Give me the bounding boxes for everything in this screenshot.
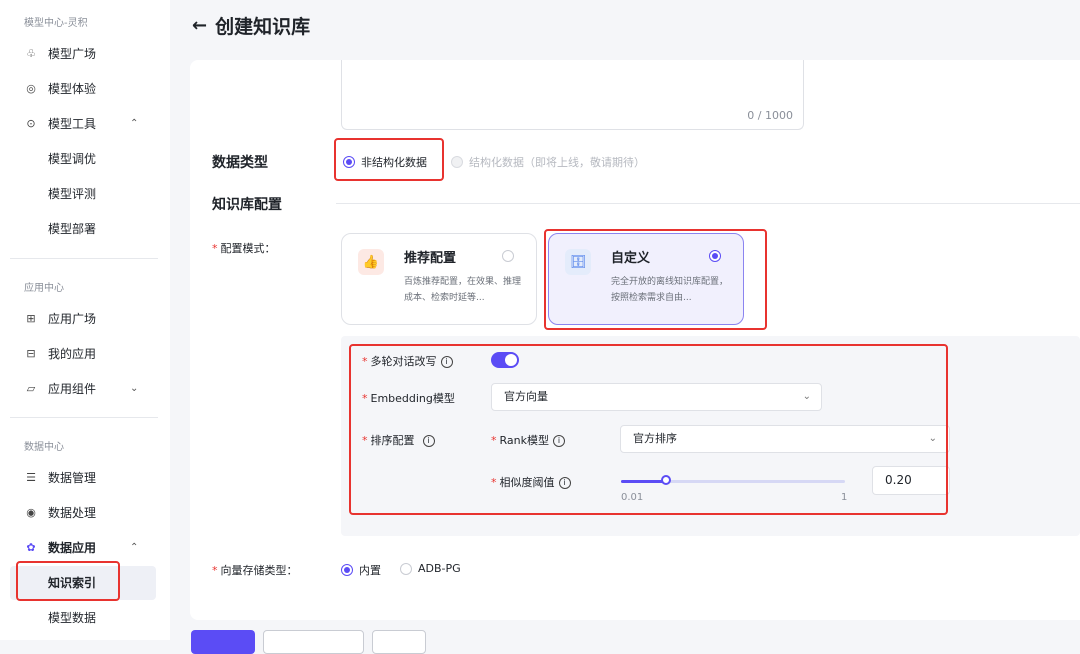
rank-model-select[interactable]: 官方排序 ⌄: [620, 425, 950, 453]
radio-unstructured-data[interactable]: 非结构化数据: [343, 154, 427, 170]
my-apps-icon: ⊟: [26, 347, 36, 360]
sidebar-item-label: 应用组件: [48, 382, 97, 396]
mode-card-custom[interactable]: 🗄 自定义 完全开放的离线知识库配置，按照检索需求自由...: [548, 233, 744, 325]
threshold-slider[interactable]: [621, 475, 845, 485]
sidebar-divider: [10, 258, 158, 259]
chevron-down-icon[interactable]: ⌄: [130, 383, 138, 394]
sidebar-item-label: 我的应用: [48, 347, 97, 361]
radio-label: 非结构化数据: [361, 156, 427, 169]
mode-card-desc: 百炼推荐配置，在效果、推理成本、检索时延等...: [404, 277, 522, 303]
database-icon: 🗄: [565, 249, 591, 275]
sidebar-item-my-apps[interactable]: ⊟ 我的应用: [24, 340, 96, 368]
page-title: 创建知识库: [215, 16, 311, 38]
sidebar-item-label: 数据处理: [48, 506, 97, 520]
radio-indicator: [343, 156, 355, 168]
radio-structured-data: 结构化数据（即将上线，敬请期待）: [451, 154, 645, 170]
sidebar-section-model: 模型中心-灵积: [24, 18, 88, 29]
mode-card-title: 自定义: [611, 251, 651, 266]
chevron-up-icon[interactable]: ⌃: [130, 118, 138, 129]
sidebar-item-model-data[interactable]: 模型数据: [48, 604, 96, 632]
radio-vector-adbpg[interactable]: ADB-PG: [400, 562, 461, 575]
section-divider: [336, 203, 1080, 204]
radio-indicator: [400, 562, 412, 575]
data-processing-icon: ◉: [26, 506, 36, 519]
sidebar-item-model-evaluation[interactable]: 模型评测: [48, 180, 96, 208]
sidebar-item-model-tools[interactable]: ⊙ 模型工具: [24, 110, 96, 138]
radio-label: 结构化数据（即将上线，敬请期待）: [469, 156, 645, 169]
sidebar-item-model-square[interactable]: ♧ 模型广场: [24, 40, 96, 68]
sidebar-item-knowledge-index[interactable]: 知识索引: [48, 569, 96, 597]
info-icon[interactable]: i: [422, 435, 435, 447]
cancel-button[interactable]: [372, 630, 426, 654]
radio-indicator: [451, 156, 463, 168]
kb-config-label: 知识库配置: [212, 197, 282, 213]
sidebar-item-model-deployment[interactable]: 模型部署: [48, 215, 96, 243]
sidebar-item-data-application[interactable]: ✿ 数据应用: [24, 534, 96, 562]
info-icon[interactable]: i: [440, 356, 453, 368]
char-counter: 0 / 1000: [747, 109, 793, 122]
chevron-up-icon[interactable]: ⌃: [130, 542, 138, 553]
embedding-model-select[interactable]: 官方向量 ⌄: [491, 383, 822, 411]
sidebar-item-label: 模型广场: [48, 47, 97, 61]
radio-label: ADB-PG: [418, 562, 461, 575]
slider-handle[interactable]: [660, 475, 671, 485]
embedding-label: * Embedding模型: [362, 392, 455, 405]
back-arrow-icon[interactable]: ←: [192, 15, 207, 36]
thumbs-up-icon: 👍: [358, 249, 384, 275]
sidebar-item-app-components[interactable]: ▱ 应用组件: [24, 375, 96, 403]
multi-turn-label: * 多轮对话改写 i: [362, 353, 453, 369]
model-tools-icon: ⊙: [26, 117, 36, 130]
rerank-label: * 排序配置 i: [362, 432, 435, 448]
model-square-icon: ♧: [26, 47, 36, 60]
sidebar-item-app-square[interactable]: ⊞ 应用广场: [24, 305, 96, 333]
sidebar-item-data-processing[interactable]: ◉ 数据处理: [24, 499, 96, 527]
info-icon[interactable]: i: [558, 477, 571, 489]
sidebar-section-app: 应用中心: [24, 283, 64, 294]
sidebar-section-data: 数据中心: [24, 442, 64, 453]
mode-card-desc: 完全开放的离线知识库配置，按照检索需求自由...: [611, 277, 729, 303]
mode-card-recommended[interactable]: 👍 推荐配置 百炼推荐配置，在效果、推理成本、检索时延等...: [341, 233, 537, 325]
sidebar-divider: [10, 417, 158, 418]
sidebar-item-label: 模型体验: [48, 82, 97, 96]
select-value: 官方排序: [633, 432, 677, 445]
chevron-down-icon: ⌄: [802, 391, 811, 402]
required-asterisk: *: [212, 242, 218, 255]
data-type-label: 数据类型: [212, 155, 268, 171]
description-textarea[interactable]: 0 / 1000: [341, 60, 804, 130]
app-components-icon: ▱: [26, 382, 36, 395]
config-mode-label: * 配置模式：: [212, 242, 276, 255]
sidebar-item-data-management[interactable]: ☰ 数据管理: [24, 464, 96, 492]
sidebar: 模型中心-灵积 ♧ 模型广场 ◎ 模型体验 ⊙ 模型工具 ⌃ 模型调优 模型评测…: [0, 0, 170, 640]
radio-label: 内置: [359, 564, 381, 577]
vector-store-label: * 向量存储类型：: [212, 564, 298, 577]
radio-indicator: [341, 564, 353, 576]
sidebar-item-model-experience[interactable]: ◎ 模型体验: [24, 75, 96, 103]
sidebar-item-label: 模型工具: [48, 117, 97, 131]
sidebar-item-model-tuning[interactable]: 模型调优: [48, 145, 96, 173]
page-header: ← 创建知识库: [192, 12, 310, 39]
slider-max-label: 1: [841, 492, 848, 503]
sidebar-item-label: 数据应用: [48, 541, 97, 555]
rank-model-label: * Rank模型 i: [491, 432, 565, 448]
mode-card-title: 推荐配置: [404, 251, 457, 266]
multi-turn-toggle[interactable]: [491, 352, 519, 368]
select-value: 官方向量: [504, 390, 548, 403]
mode-radio-recommended[interactable]: [502, 250, 514, 262]
slider-min-label: 0.01: [621, 492, 644, 503]
sidebar-item-label: 数据管理: [48, 471, 97, 485]
model-experience-icon: ◎: [26, 82, 36, 95]
radio-vector-builtin[interactable]: 内置: [341, 562, 381, 578]
threshold-label: * 相似度阈值 i: [491, 474, 571, 490]
secondary-button[interactable]: [263, 630, 364, 654]
slider-fill: [621, 480, 666, 483]
submit-button[interactable]: [191, 630, 255, 654]
info-icon[interactable]: i: [552, 435, 565, 447]
data-management-icon: ☰: [26, 471, 36, 484]
sidebar-item-label: 应用广场: [48, 312, 97, 326]
app-square-icon: ⊞: [26, 312, 36, 325]
data-application-icon: ✿: [26, 541, 36, 554]
mode-radio-custom[interactable]: [709, 250, 721, 262]
threshold-input[interactable]: 0.20: [872, 466, 950, 495]
chevron-down-icon: ⌄: [928, 433, 937, 444]
